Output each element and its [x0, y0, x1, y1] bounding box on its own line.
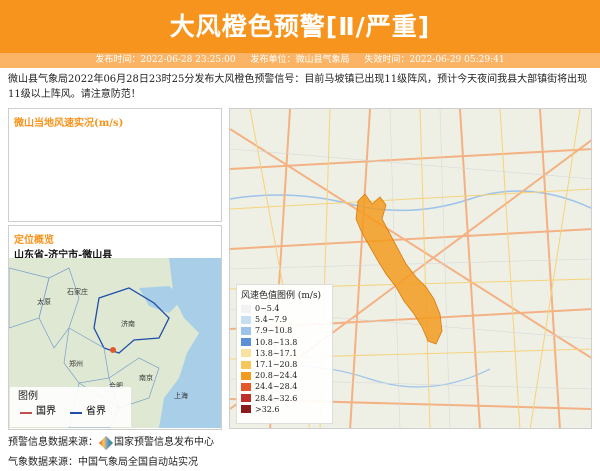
legend-swatch [241, 338, 251, 347]
city-label: 上海 [174, 391, 188, 400]
wind-speed-panel: 微山当地风速实况(m/s) [8, 108, 222, 222]
publish-time: 发布时间：2022-06-28 23:25:00 [95, 55, 236, 65]
weather-source: 气象数据来源：中国气象局全国自动站实况 [8, 457, 198, 468]
overview-legend: 图例 国界 省界 [10, 387, 131, 427]
legend-label: 0~5.4 [255, 304, 280, 314]
warning-title: 大风橙色预警[Ⅱ/严重] [169, 12, 431, 41]
wind-legend-item: 5.4~7.9 [241, 314, 328, 325]
wind-legend-item: 24.4~28.4 [241, 381, 328, 392]
legend-swatch [241, 405, 251, 414]
wind-legend-item: 10.8~13.8 [241, 337, 328, 348]
legend-item-province-border: 省界 [70, 402, 106, 417]
city-label: 石家庄 [67, 287, 88, 296]
wind-legend-item: 28.4~32.6 [241, 393, 328, 404]
warning-description: 微山县气象局2022年06月28日23时25分发布大风橙色预警信号：目前马坡镇已… [8, 74, 588, 100]
legend-label: 20.8~24.4 [255, 371, 298, 381]
legend-swatch [241, 382, 251, 391]
legend-label: >32.6 [255, 404, 280, 414]
legend-label: 5.4~7.9 [255, 315, 288, 325]
wind-legend-item: 20.8~24.4 [241, 370, 328, 381]
warning-source: 预警信息数据来源： 国家预警信息发布中心 [8, 435, 214, 450]
wind-legend-title: 风速色值图例 (m/s) [241, 291, 322, 301]
wind-legend: 风速色值图例 (m/s) 0~5.4 5.4~7.9 7.9~10.8 10.8~13… [236, 284, 333, 424]
legend-swatch [241, 349, 251, 358]
wind-legend-item: 13.8~17.1 [241, 348, 328, 359]
legend-label: 24.4~28.4 [255, 382, 298, 392]
warning-info-bar: 发布时间：2022-06-28 23:25:00 发布单位：微山县气象局 失效时… [0, 53, 600, 68]
legend-label: 7.9~10.8 [255, 326, 293, 336]
legend-swatch [241, 326, 251, 335]
legend-label: 17.1~20.8 [255, 360, 298, 370]
warning-source-name[interactable]: 国家预警信息发布中心 [114, 437, 214, 448]
location-marker [110, 347, 116, 353]
city-label: 太原 [37, 297, 51, 306]
legend-swatch [241, 394, 251, 403]
warning-map[interactable]: 风速色值图例 (m/s) 0~5.4 5.4~7.9 7.9~10.8 10.8~13… [229, 108, 592, 429]
legend-item-national-border: 国界 [20, 402, 56, 417]
overview-legend-title: 图例 [18, 391, 38, 402]
source-logo-icon [98, 435, 114, 450]
wind-legend-item: 0~5.4 [241, 303, 328, 314]
wind-speed-title: 微山当地风速实况(m/s) [14, 118, 124, 129]
publisher: 发布单位：微山县气象局 [250, 55, 350, 65]
location-title: 定位概览 [14, 235, 54, 246]
legend-swatch [241, 304, 251, 313]
wind-legend-item: 17.1~20.8 [241, 359, 328, 370]
legend-label: 10.8~13.8 [255, 337, 298, 347]
city-label: 南京 [139, 373, 153, 382]
city-label: 济南 [121, 319, 135, 328]
legend-swatch [241, 371, 251, 380]
legend-label: 28.4~32.6 [255, 393, 298, 403]
expire-time: 失效时间：2022-06-29 05:29:41 [364, 55, 505, 65]
city-label: 郑州 [69, 360, 83, 368]
wind-legend-item: >32.6 [241, 404, 328, 415]
warning-header: 大风橙色预警[Ⅱ/严重] [0, 0, 600, 53]
legend-label: 13.8~17.1 [255, 348, 298, 358]
wind-legend-item: 7.9~10.8 [241, 325, 328, 336]
legend-swatch [241, 360, 251, 369]
legend-swatch [241, 315, 251, 324]
